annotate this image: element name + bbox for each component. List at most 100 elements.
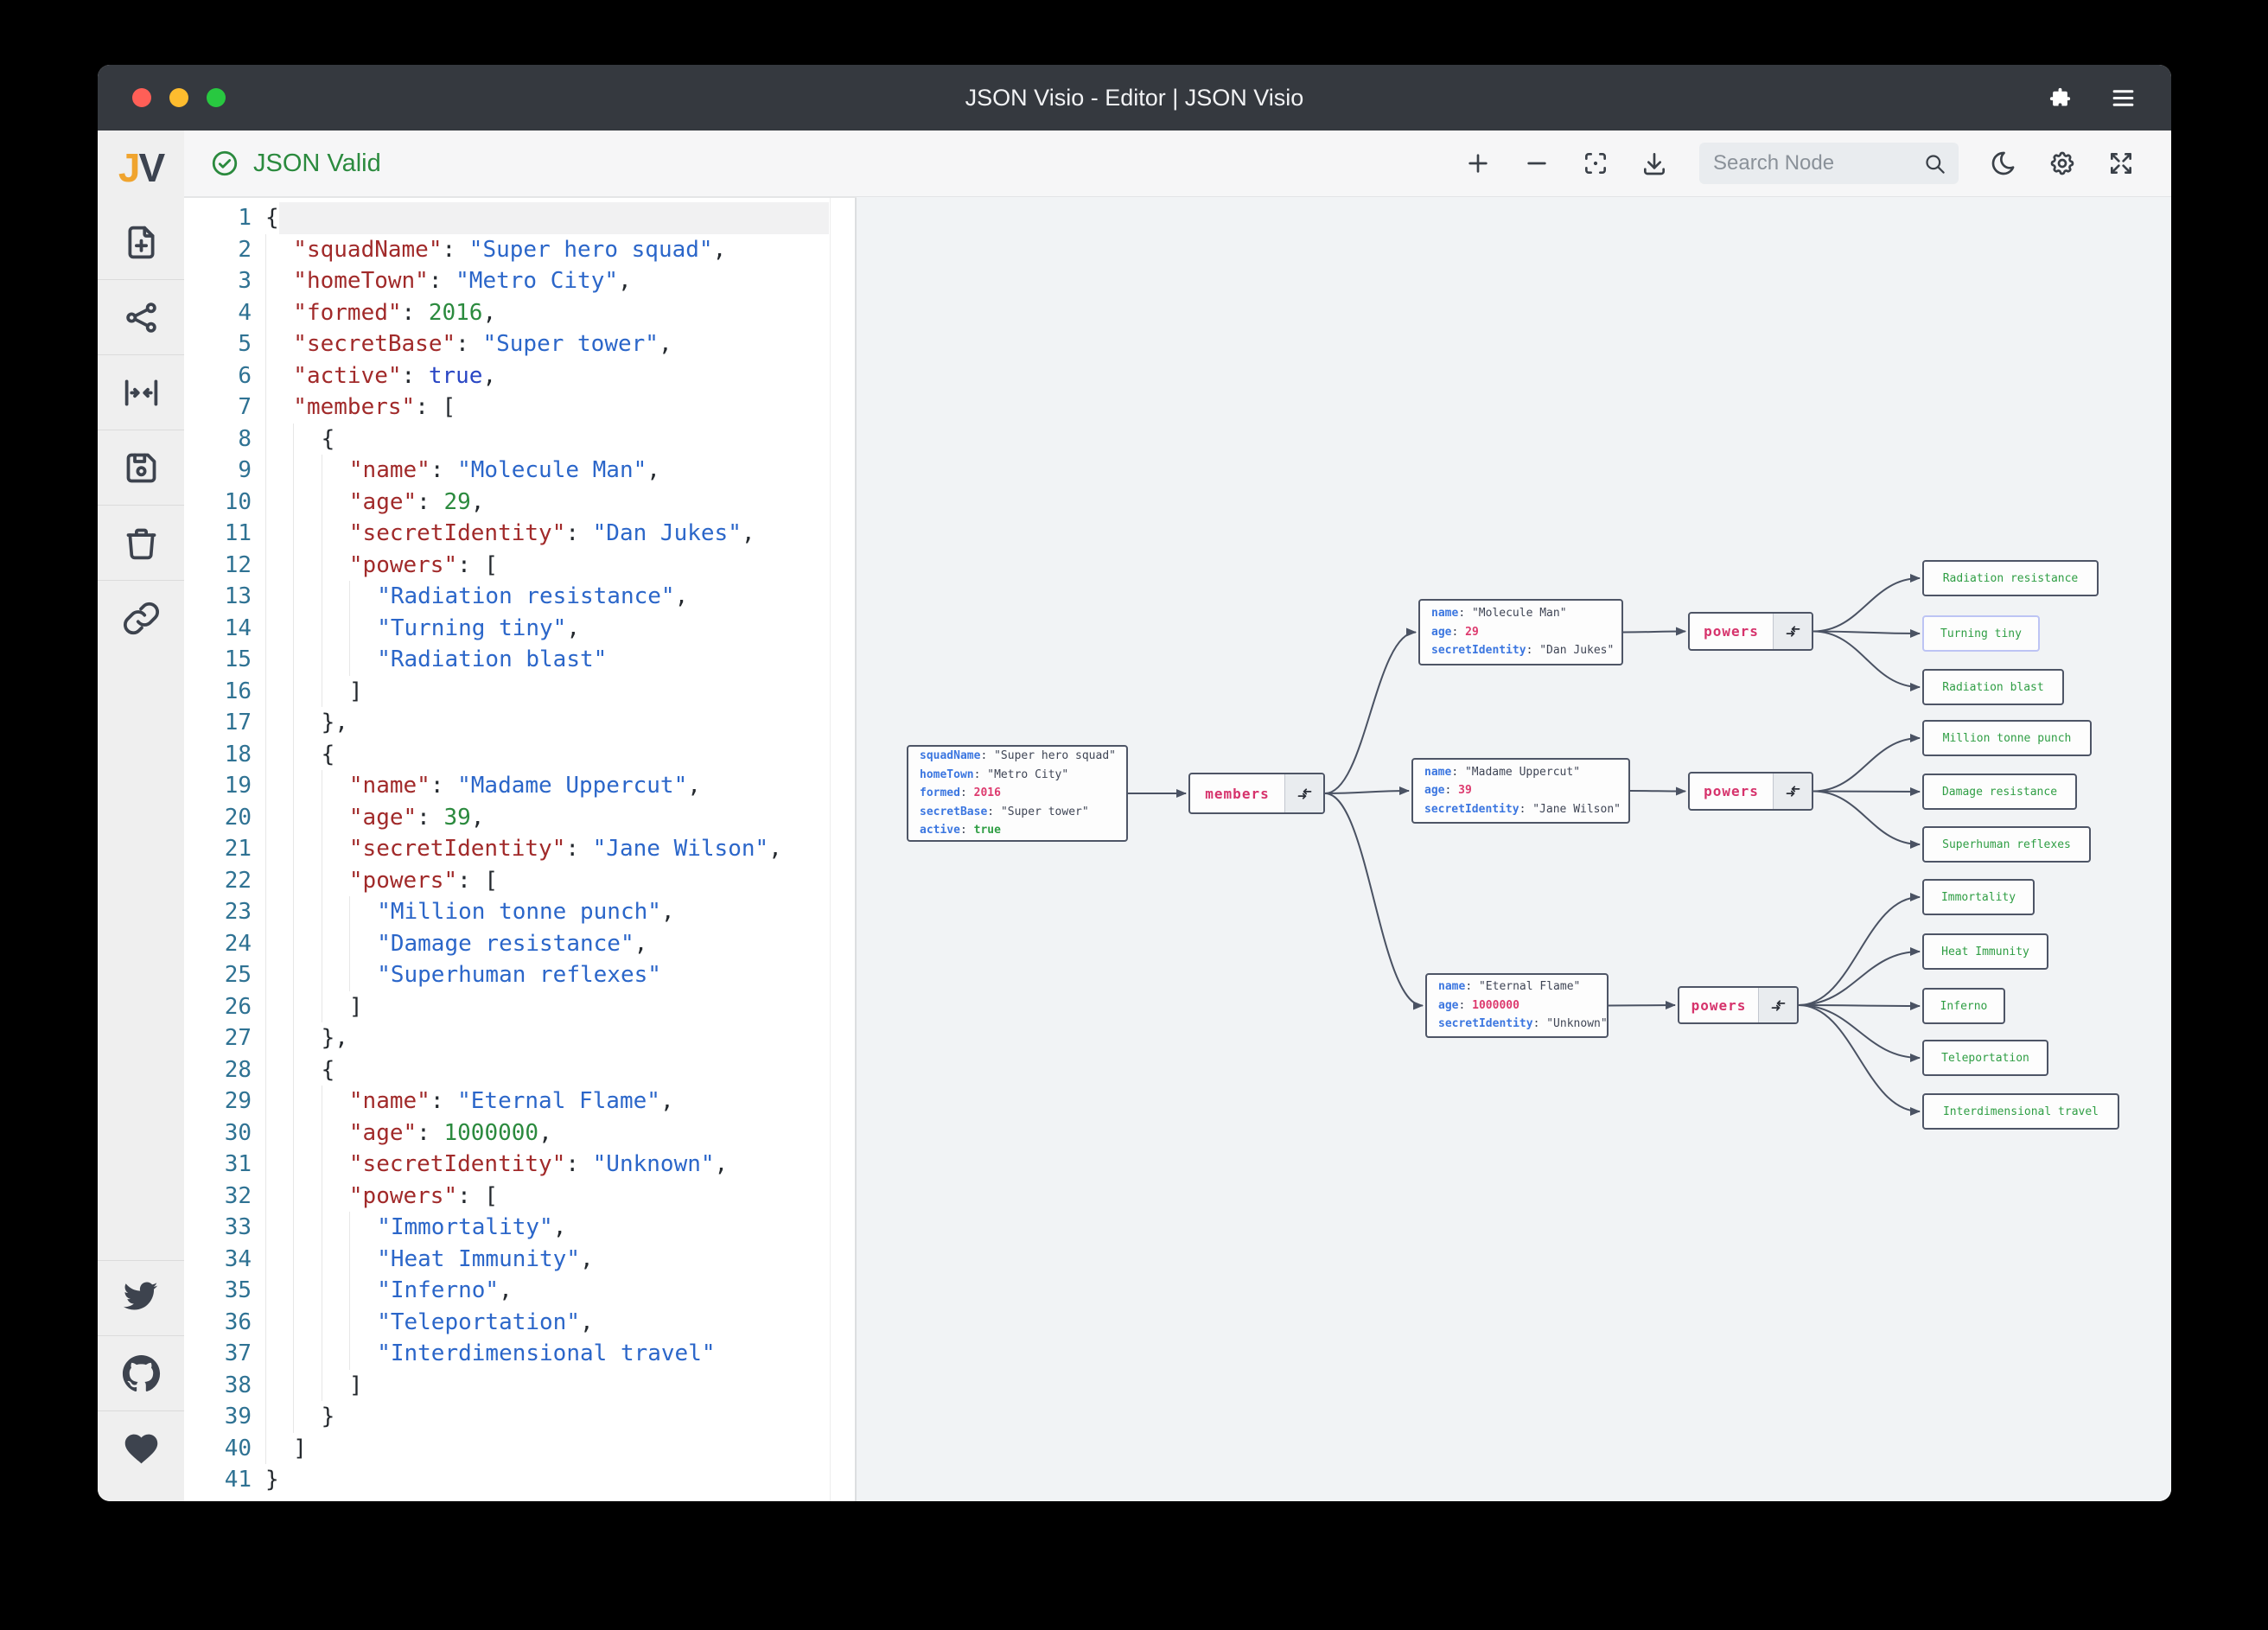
line-number: 41 [224, 1467, 252, 1493]
parent-node-members[interactable]: members [1188, 773, 1325, 814]
code-token: : [456, 331, 483, 357]
indent-guide [265, 801, 293, 833]
collapse-node-button[interactable] [1773, 774, 1812, 809]
center-view-button[interactable] [1582, 150, 1609, 177]
collapse-node-button[interactable] [1773, 614, 1812, 649]
code-token: , [674, 583, 689, 609]
dark-mode-button[interactable] [1990, 150, 2017, 177]
node-key: homeTown [920, 767, 974, 781]
collapse-node-button[interactable] [1284, 774, 1323, 812]
indent-guide [293, 864, 321, 896]
editor-scrollbar[interactable] [830, 198, 831, 1501]
puzzle-extension-icon[interactable] [2047, 85, 2074, 111]
code-line: 11 "secretIdentity": "Dan Jukes", [184, 518, 855, 550]
github-link[interactable] [98, 1335, 184, 1410]
json-editor[interactable]: 1{2 "squadName": "Super hero squad", 3 "hom… [184, 198, 857, 1501]
code-content: "Turning tiny", [265, 612, 855, 644]
code-token: }, [321, 1025, 348, 1051]
leaf-node[interactable]: Superhuman reflexes [1922, 826, 2091, 863]
save-icon [122, 449, 161, 487]
code-content: { [265, 738, 855, 770]
new-document-button[interactable] [98, 205, 184, 279]
code-line: 35 "Inferno", [184, 1275, 855, 1307]
graph-edge [1324, 793, 1424, 1010]
parent-node-powers[interactable]: powers [1688, 772, 1813, 811]
twitter-link[interactable] [98, 1260, 184, 1335]
clear-json-button[interactable] [98, 505, 184, 580]
zoom-in-button[interactable] [1464, 150, 1492, 177]
line-number: 18 [224, 741, 252, 767]
app-body: JV JSON Valid 1{2 "squadName": "Super her… [98, 131, 2171, 1501]
leaf-node[interactable]: Heat Immunity [1922, 933, 2048, 970]
code-token: ] [348, 678, 363, 704]
code-content: "Radiation blast" [265, 644, 855, 676]
leaf-node[interactable]: Teleportation [1922, 1040, 2048, 1076]
graph-edge [1812, 734, 1921, 793]
sponsor-link[interactable] [98, 1410, 184, 1486]
code-token: : [401, 362, 429, 389]
leaf-node-text: Million tonne punch [1942, 731, 2072, 745]
leaf-node[interactable]: Inferno [1922, 988, 2005, 1024]
code-content: "powers": [ [265, 864, 855, 896]
parent-node-powers[interactable]: powers [1688, 612, 1813, 651]
zoom-out-button[interactable] [1523, 150, 1551, 177]
parent-node-powers[interactable]: powers [1678, 986, 1799, 1024]
code-token: "secretBase" [293, 331, 456, 357]
indent-guide [348, 612, 377, 644]
indent-guide [265, 1180, 293, 1212]
line-number: 34 [224, 1245, 252, 1272]
code-content: "Immortality", [265, 1212, 855, 1244]
graph-view-button[interactable] [98, 279, 184, 354]
code-token: }, [321, 710, 348, 735]
line-number: 1 [238, 205, 252, 231]
share-link-button[interactable] [98, 580, 184, 655]
code-line: 33 "Immortality", [184, 1212, 855, 1244]
graph-edge [1798, 947, 1921, 1006]
graph-edge [1798, 1001, 1921, 1010]
node-row: squadName: "Super hero squad" [920, 747, 1116, 766]
object-node[interactable]: squadName: "Super hero squad" homeTown: "… [907, 745, 1128, 842]
indent-guide [265, 233, 293, 265]
indent-guide [293, 1306, 321, 1338]
leaf-node[interactable]: Million tonne punch [1922, 720, 2092, 756]
download-image-button[interactable] [1640, 150, 1668, 177]
indent-guide [293, 486, 321, 518]
indent-guide [293, 518, 321, 550]
leaf-node[interactable]: Radiation resistance [1922, 560, 2099, 596]
app-logo[interactable]: JV [98, 131, 184, 205]
center-graph-button[interactable] [98, 354, 184, 430]
code-token: "homeTown" [293, 268, 429, 294]
object-node[interactable]: name: "Madame Uppercut" age: 39 secretIden… [1411, 758, 1630, 824]
search-node-input[interactable] [1711, 150, 1914, 176]
collapse-icon [1784, 622, 1802, 640]
search-node-box[interactable] [1699, 143, 1959, 184]
fullscreen-button[interactable] [2107, 150, 2135, 177]
code-token: , [538, 1119, 552, 1146]
code-token: { [321, 425, 335, 452]
object-node[interactable]: name: "Eternal Flame" age: 1000000 secretI… [1425, 973, 1609, 1038]
object-node[interactable]: name: "Molecule Man" age: 29 secretIdentit… [1418, 599, 1623, 665]
code-token: "Metro City" [456, 268, 618, 294]
leaf-node[interactable]: Damage resistance [1922, 774, 2077, 810]
node-row: age: 39 [1424, 781, 1617, 800]
code-token: : [417, 804, 444, 831]
graph-canvas[interactable]: squadName: "Super hero squad" homeTown: "… [857, 197, 2171, 1501]
leaf-node[interactable]: Turning tiny [1922, 615, 2040, 652]
node-separator: : [1444, 784, 1459, 798]
leaf-node[interactable]: Interdimensional travel [1922, 1093, 2119, 1130]
settings-button[interactable] [2048, 150, 2076, 177]
collapse-node-button[interactable] [1758, 988, 1797, 1022]
code-token: "name" [348, 1088, 430, 1114]
code-line: 15 "Radiation blast" [184, 644, 855, 676]
indent-guide [265, 1086, 293, 1117]
code-token: , [659, 1088, 674, 1114]
search-icon[interactable] [1923, 152, 1946, 175]
browser-menu-icon[interactable] [2110, 85, 2137, 111]
leaf-node[interactable]: Radiation blast [1922, 669, 2064, 705]
leaf-node[interactable]: Immortality [1922, 879, 2035, 915]
line-number: 38 [224, 1372, 252, 1398]
graph-edge [1812, 790, 1921, 849]
indent-guide [265, 990, 293, 1022]
node-value: "Metro City" [987, 767, 1069, 781]
save-json-button[interactable] [98, 430, 184, 505]
